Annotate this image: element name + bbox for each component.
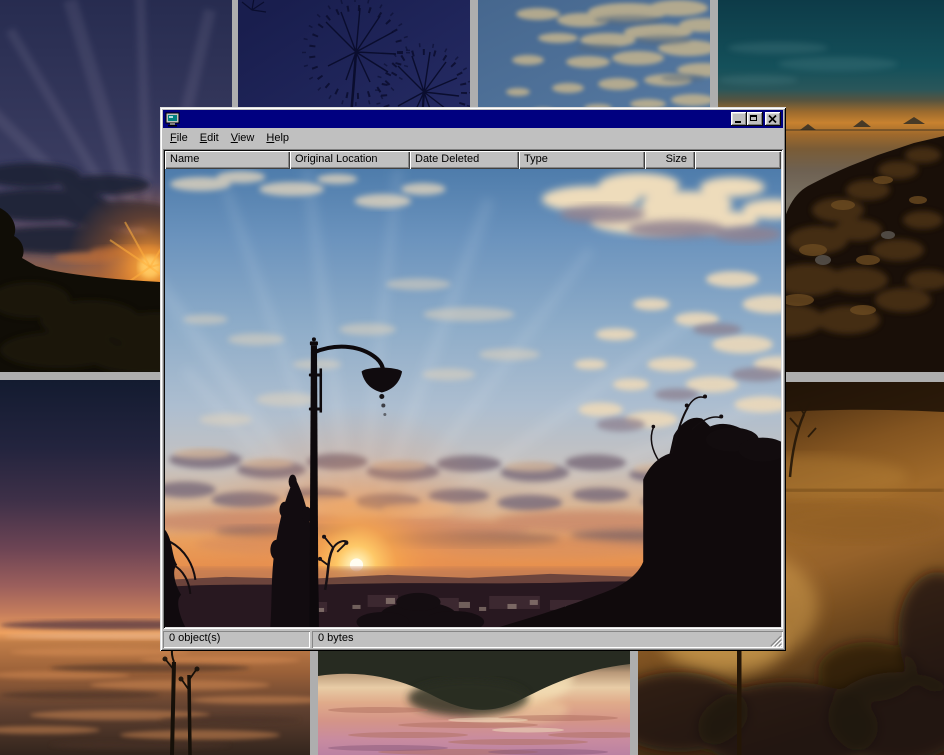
recycle-bin-window: File Edit View Help Name Original Locati…	[160, 107, 786, 651]
menu-bar: File Edit View Help	[163, 128, 783, 148]
window-titlebar[interactable]	[163, 110, 783, 128]
column-header-filler[interactable]	[695, 151, 781, 169]
resize-grip[interactable]	[769, 634, 782, 647]
column-header-original-location[interactable]: Original Location	[290, 151, 410, 169]
menu-help[interactable]: Help	[260, 130, 295, 146]
status-object-count: 0 object(s)	[163, 631, 310, 648]
application-icon[interactable]	[165, 112, 181, 127]
menu-view[interactable]: View	[225, 130, 261, 146]
maximize-button[interactable]	[747, 112, 763, 126]
file-list-viewport[interactable]	[165, 169, 781, 627]
minimize-icon	[735, 121, 741, 123]
list-client-area: Name Original Location Date Deleted Type…	[163, 149, 783, 629]
menu-file[interactable]: File	[164, 130, 194, 146]
column-header-type[interactable]: Type	[519, 151, 645, 169]
status-bytes-text: 0 bytes	[318, 632, 353, 644]
menu-edit[interactable]: Edit	[194, 130, 225, 146]
status-byte-count: 0 bytes	[312, 631, 783, 648]
close-button[interactable]	[765, 112, 781, 126]
status-bar: 0 object(s) 0 bytes	[163, 631, 783, 648]
desktop-wallpaper: File Edit View Help Name Original Locati…	[0, 0, 944, 755]
column-header-row: Name Original Location Date Deleted Type…	[165, 151, 781, 169]
sunset-photo-background	[165, 169, 781, 627]
column-header-date-deleted[interactable]: Date Deleted	[410, 151, 519, 169]
column-header-size[interactable]: Size	[645, 151, 695, 169]
minimize-button[interactable]	[731, 112, 747, 126]
column-header-name[interactable]: Name	[165, 151, 290, 169]
close-icon	[768, 115, 777, 123]
maximize-icon	[750, 115, 757, 121]
